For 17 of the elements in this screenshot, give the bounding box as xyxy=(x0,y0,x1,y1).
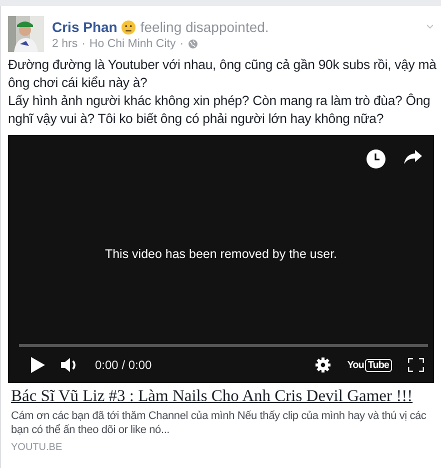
separator-dot: · xyxy=(180,38,184,50)
author-name[interactable]: Cris Phan xyxy=(52,19,118,35)
video-removed-message: This video has been removed by the user. xyxy=(104,246,338,260)
share-icon[interactable] xyxy=(404,149,422,165)
separator-dot: · xyxy=(82,38,86,50)
link-title[interactable]: Bác Sĩ Vũ Liz #3 : Làm Nails Cho Anh Cris Devil Gamer !!! xyxy=(11,386,413,406)
video-player[interactable]: This video has been removed by the user. 0:00 / 0:00 You Tube xyxy=(8,135,434,383)
clock-icon[interactable] xyxy=(366,149,386,169)
play-icon[interactable] xyxy=(31,357,45,373)
video-time: 0:00 / 0:00 xyxy=(95,358,152,372)
settings-icon[interactable] xyxy=(315,357,332,373)
feeling-text: feeling disappointed. xyxy=(140,19,269,35)
progress-track[interactable] xyxy=(19,344,428,347)
link-domain: YOUTU.BE xyxy=(11,442,64,453)
fullscreen-icon[interactable] xyxy=(408,358,424,372)
link-description: Cám ơn các bạn đã tới thăm Channel của mình Nếu thấy clip của mình hay và thú vị các bạn có thể ấn theo dõi or like nó... xyxy=(11,409,428,437)
post-text: Đường đường là Youtuber với nhau, ông cũng cả gần 90k subs rồi, vậy mà ông chơi cái kiểu này à? Lấy hình ảnh người khác không xin phép? Còn mang ra làm trò đùa? Ông nghĩ vậy vui à? Tôi ko biết ông có phải người lớn hay không nữa? xyxy=(7,56,438,128)
